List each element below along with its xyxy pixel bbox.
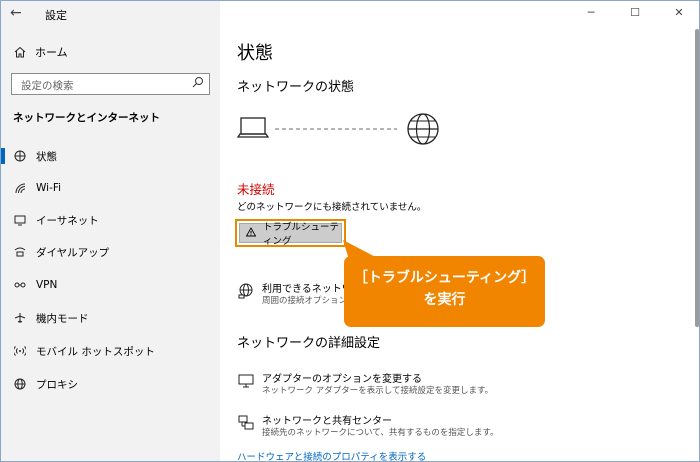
sidebar-item-vpn[interactable]: VPN bbox=[1, 273, 220, 297]
search-input[interactable]: 設定の検索 bbox=[21, 78, 74, 93]
dialup-icon bbox=[13, 246, 27, 258]
minimize-icon[interactable]: ─ bbox=[569, 1, 613, 27]
airplane-icon bbox=[13, 312, 27, 324]
status-description: どのネットワークにも接続されていません。 bbox=[237, 202, 427, 213]
status-globe-icon bbox=[13, 150, 27, 162]
app-title: 設定 bbox=[45, 9, 67, 22]
home-icon bbox=[13, 46, 27, 58]
troubleshoot-label: トラブルシューティング bbox=[263, 222, 340, 247]
sidebar-item-hotspot[interactable]: モバイル ホットスポット bbox=[1, 339, 220, 363]
network-diagram bbox=[236, 113, 447, 153]
sidebar-item-label: ダイヤルアップ bbox=[36, 246, 110, 259]
sharing-center-title: ネットワークと共有センター bbox=[262, 416, 392, 427]
maximize-icon[interactable]: ☐ bbox=[613, 1, 657, 27]
vpn-icon bbox=[13, 279, 27, 291]
status-title: 未接続 bbox=[237, 182, 275, 197]
troubleshoot-button[interactable]: トラブルシューティング bbox=[239, 222, 342, 247]
network-globe-icon bbox=[237, 283, 255, 302]
close-icon[interactable]: ✕ bbox=[657, 1, 699, 27]
main-content: ─ ☐ ✕ 状態 ネットワークの状態 未接続 どのネットワークにも接続されていま… bbox=[220, 1, 699, 461]
sidebar-item-label: VPN bbox=[36, 279, 58, 291]
sidebar-item-label: プロキシ bbox=[36, 378, 78, 391]
sidebar-item-label: 状態 bbox=[36, 150, 57, 163]
advanced-settings-heading: ネットワークの詳細設定 bbox=[237, 336, 381, 351]
titlebar-left: ← 設定 bbox=[1, 1, 220, 27]
adapter-options-title: アダプターのオプションを変更する bbox=[262, 374, 422, 385]
callout-text: ［トラブルシューティング］ を実行 bbox=[344, 267, 545, 311]
globe-icon bbox=[407, 113, 439, 145]
sharing-center-item[interactable]: ネットワークと共有センター 接続先のネットワークについて、共有するものを指定しま… bbox=[237, 412, 677, 442]
search-icon[interactable] bbox=[192, 76, 204, 93]
sidebar-item-status[interactable]: 状態 bbox=[1, 144, 220, 168]
callout-line-1: ［トラブルシューティング］ bbox=[353, 270, 536, 286]
ethernet-icon bbox=[13, 214, 27, 226]
hotspot-icon bbox=[13, 345, 27, 357]
sidebar-item-airplane[interactable]: 機内モード bbox=[1, 306, 220, 330]
sidebar: ← 設定 ホーム 設定の検索 ネットワークとインターネット 状態 Wi-Fi イ… bbox=[1, 1, 220, 461]
sidebar-item-label: イーサネット bbox=[36, 214, 99, 227]
sidebar-item-label: Wi-Fi bbox=[36, 182, 62, 194]
window-controls: ─ ☐ ✕ bbox=[569, 1, 699, 27]
network-status-heading: ネットワークの状態 bbox=[237, 80, 355, 95]
sharing-center-icon bbox=[237, 415, 255, 434]
wifi-icon bbox=[13, 182, 27, 194]
laptop-icon bbox=[236, 117, 270, 138]
adapter-options-sub: ネットワーク アダプターを表示して接続設定を変更します。 bbox=[262, 386, 494, 396]
sidebar-item-wifi[interactable]: Wi-Fi bbox=[1, 176, 220, 200]
warning-icon bbox=[245, 226, 257, 240]
sidebar-item-label: モバイル ホットスポット bbox=[36, 345, 155, 358]
adapter-icon bbox=[237, 373, 255, 392]
back-arrow-icon[interactable]: ← bbox=[10, 5, 22, 21]
settings-window: ← 設定 ホーム 設定の検索 ネットワークとインターネット 状態 Wi-Fi イ… bbox=[0, 0, 700, 462]
available-networks-sub: 周囲の接続オプションを bbox=[262, 296, 356, 306]
page-title: 状態 bbox=[237, 43, 273, 64]
callout-line-2: を実行 bbox=[423, 292, 466, 308]
troubleshoot-highlight: トラブルシューティング bbox=[235, 219, 346, 247]
sidebar-item-label: 機内モード bbox=[36, 312, 89, 325]
hardware-properties-link[interactable]: ハードウェアと接続のプロパティを表示する bbox=[237, 449, 426, 461]
section-header: ネットワークとインターネット bbox=[13, 112, 160, 124]
sidebar-item-proxy[interactable]: プロキシ bbox=[1, 372, 220, 396]
sidebar-item-ethernet[interactable]: イーサネット bbox=[1, 208, 220, 232]
sidebar-item-dialup[interactable]: ダイヤルアップ bbox=[1, 240, 220, 264]
callout-annotation: ［トラブルシューティング］ を実行 bbox=[343, 240, 545, 327]
search-box[interactable]: 設定の検索 bbox=[11, 73, 210, 95]
sharing-center-sub: 接続先のネットワークについて、共有するものを指定します。 bbox=[262, 428, 499, 438]
proxy-globe-icon bbox=[13, 378, 27, 390]
home-nav[interactable]: ホーム bbox=[13, 43, 68, 61]
adapter-options-item[interactable]: アダプターのオプションを変更する ネットワーク アダプターを表示して接続設定を変… bbox=[237, 370, 677, 400]
home-label: ホーム bbox=[35, 46, 68, 59]
scrollbar[interactable] bbox=[695, 29, 699, 327]
